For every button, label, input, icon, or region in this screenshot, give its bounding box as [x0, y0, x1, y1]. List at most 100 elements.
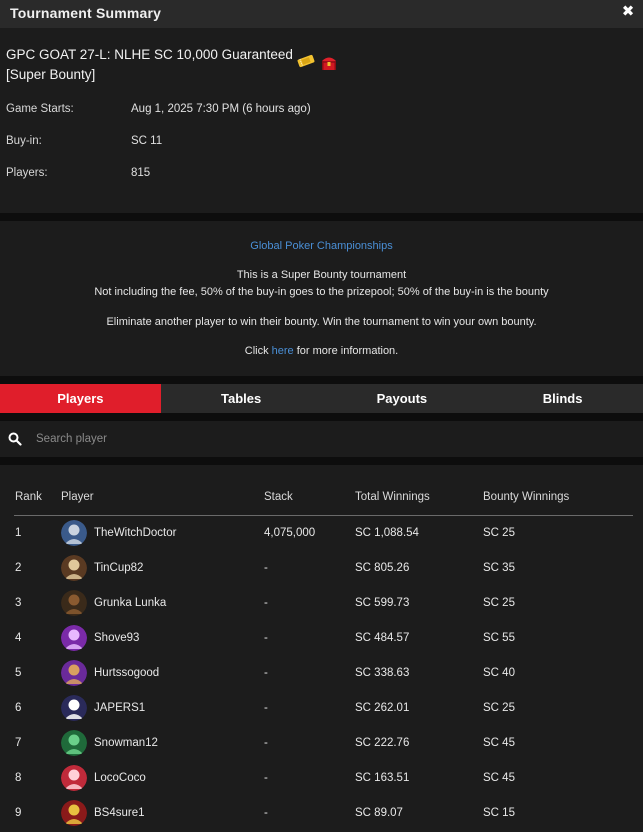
table-row[interactable]: 8 LocoCoco - SC 163.51 SC 45	[14, 762, 633, 797]
rank-cell: 1	[15, 527, 22, 539]
player-avatar	[61, 695, 87, 721]
buyin-row: Buy-in: SC 11	[6, 135, 162, 147]
player-search-bar	[0, 421, 643, 457]
total-winnings-cell: SC 599.73	[355, 597, 410, 609]
game-starts-row: Game Starts: Aug 1, 2025 7:30 PM (6 hour…	[6, 103, 311, 115]
game-starts-value: Aug 1, 2025 7:30 PM (6 hours ago)	[131, 103, 311, 115]
total-winnings-cell: SC 484.57	[355, 632, 410, 644]
ticket-icon	[297, 54, 315, 68]
player-avatar	[61, 625, 87, 651]
treasure-chest-icon	[322, 57, 336, 70]
bounty-winnings-cell: SC 55	[483, 632, 515, 644]
window-title: Tournament Summary	[10, 5, 162, 21]
more-info-link[interactable]: here	[272, 345, 294, 357]
player-name: Hurtssogood	[94, 667, 160, 679]
game-starts-label: Game Starts:	[6, 103, 74, 115]
player-avatar	[61, 555, 87, 581]
buyin-label: Buy-in:	[6, 135, 42, 147]
players-table: Rank Player Stack Total Winnings Bounty …	[0, 465, 643, 832]
player-avatar	[61, 765, 87, 791]
rank-cell: 7	[15, 737, 22, 749]
more-info-line: Click here for more information.	[0, 345, 643, 357]
bounty-winnings-cell: SC 25	[483, 597, 515, 609]
table-row[interactable]: 3 Grunka Lunka - SC 599.73 SC 25	[14, 587, 633, 622]
player-name: TheWitchDoctor	[94, 527, 177, 539]
rank-cell: 3	[15, 597, 22, 609]
rank-cell: 4	[15, 632, 22, 644]
player-name: JAPERS1	[94, 702, 146, 714]
rank-cell: 2	[15, 562, 22, 574]
table-row[interactable]: 6 JAPERS1 - SC 262.01 SC 25	[14, 692, 633, 727]
click-prefix: Click	[244, 345, 269, 357]
tournament-description: Global Poker Championships This is a Sup…	[0, 221, 643, 376]
table-row[interactable]: 1 TheWitchDoctor 4,075,000 SC 1,088.54 SC 25	[14, 517, 633, 552]
player-avatar	[61, 730, 87, 756]
tab-payouts[interactable]: Payouts	[322, 384, 483, 413]
table-row[interactable]: 4 Shove93 - SC 484.57 SC 55	[14, 622, 633, 657]
rank-cell: 8	[15, 772, 22, 784]
divider	[0, 376, 643, 384]
description-line-3: Eliminate another player to win their bo…	[106, 316, 537, 328]
divider	[0, 457, 643, 465]
players-value: 815	[131, 167, 151, 179]
player-avatar	[61, 800, 87, 826]
player-name: Shove93	[94, 632, 140, 644]
total-winnings-cell: SC 163.51	[355, 772, 410, 784]
tab-blinds[interactable]: Blinds	[482, 384, 643, 413]
table-row[interactable]: 9 BS4sure1 - SC 89.07 SC 15	[14, 797, 633, 832]
stack-cell: -	[264, 807, 268, 819]
bounty-winnings-cell: SC 35	[483, 562, 515, 574]
divider	[0, 213, 643, 221]
player-name: Grunka Lunka	[94, 597, 167, 609]
total-winnings-cell: SC 89.07	[355, 807, 403, 819]
table-header: Rank Player Stack Total Winnings Bounty …	[14, 491, 633, 516]
click-suffix: for more information.	[296, 345, 399, 357]
table-row[interactable]: 7 Snowman12 - SC 222.76 SC 45	[14, 727, 633, 762]
table-row[interactable]: 2 TinCup82 - SC 805.26 SC 35	[14, 552, 633, 587]
total-winnings-cell: SC 262.01	[355, 702, 410, 714]
player-name: Snowman12	[94, 737, 158, 749]
stack-cell: -	[264, 632, 268, 644]
rank-cell: 5	[15, 667, 22, 679]
header-stack[interactable]: Stack	[264, 491, 293, 503]
title-bar: Tournament Summary ✖	[0, 0, 643, 28]
player-avatar	[61, 590, 87, 616]
player-avatar	[61, 660, 87, 686]
tab-tables[interactable]: Tables	[161, 384, 322, 413]
bounty-winnings-cell: SC 45	[483, 772, 515, 784]
search-icon	[8, 432, 22, 446]
close-icon[interactable]: ✖	[620, 4, 636, 20]
total-winnings-cell: SC 1,088.54	[355, 527, 419, 539]
stack-cell: 4,075,000	[264, 527, 316, 539]
stack-cell: -	[264, 772, 268, 784]
rank-cell: 6	[15, 702, 22, 714]
header-bounty-winnings[interactable]: Bounty Winnings	[483, 491, 569, 503]
header-total-winnings[interactable]: Total Winnings	[355, 491, 430, 503]
players-label: Players:	[6, 167, 48, 179]
bounty-winnings-cell: SC 45	[483, 737, 515, 749]
tab-players[interactable]: Players	[0, 384, 161, 413]
tournament-name: GPC GOAT 27-L: NLHE SC 10,000 Guaranteed…	[6, 47, 293, 82]
tournament-summary-panel: GPC GOAT 27-L: NLHE SC 10,000 Guaranteed…	[0, 28, 643, 213]
player-name: BS4sure1	[94, 807, 145, 819]
players-row: Players: 815	[6, 167, 150, 179]
stack-cell: -	[264, 667, 268, 679]
header-player[interactable]: Player	[61, 491, 94, 503]
total-winnings-cell: SC 222.76	[355, 737, 410, 749]
summary-tabs: Players Tables Payouts Blinds	[0, 384, 643, 413]
description-line-1: This is a Super Bounty tournament	[236, 269, 407, 281]
bounty-winnings-cell: SC 40	[483, 667, 515, 679]
header-rank[interactable]: Rank	[15, 491, 42, 503]
player-avatar	[61, 520, 87, 546]
description-line-2: Not including the fee, 50% of the buy-in…	[94, 286, 549, 298]
player-name: TinCup82	[94, 562, 144, 574]
series-link[interactable]: Global Poker Championships	[250, 240, 392, 252]
search-input[interactable]	[36, 429, 626, 449]
player-name: LocoCoco	[94, 772, 146, 784]
stack-cell: -	[264, 597, 268, 609]
bounty-winnings-cell: SC 15	[483, 807, 515, 819]
stack-cell: -	[264, 702, 268, 714]
bounty-winnings-cell: SC 25	[483, 702, 515, 714]
divider	[0, 413, 643, 421]
table-row[interactable]: 5 Hurtssogood - SC 338.63 SC 40	[14, 657, 633, 692]
